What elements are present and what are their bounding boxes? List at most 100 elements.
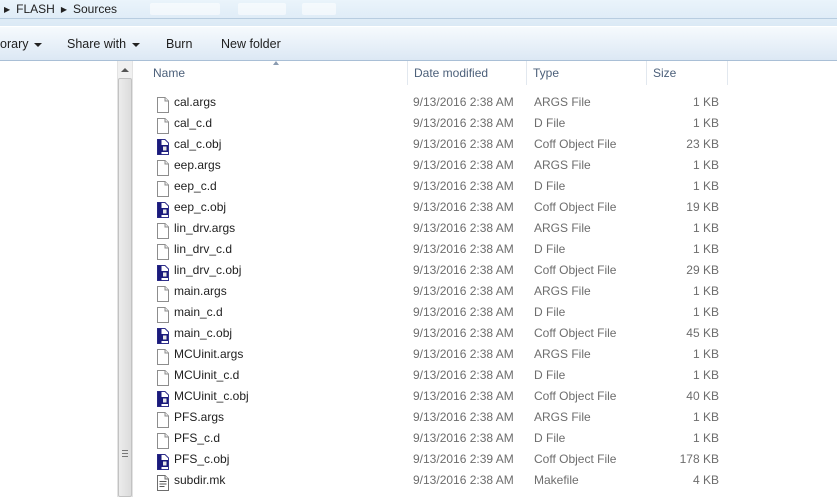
file-row[interactable]: eep.args 9/13/2016 2:38 AM ARGS File 1 KB (133, 155, 837, 176)
file-row[interactable]: main.args 9/13/2016 2:38 AM ARGS File 1 KB (133, 281, 837, 302)
file-name[interactable]: MCUinit.args (174, 347, 243, 361)
file-name[interactable]: eep_c.d (174, 179, 217, 193)
file-size: 1 KB (692, 347, 719, 361)
column-header-type[interactable]: Type (527, 61, 647, 85)
chevron-right-icon[interactable]: ▶ (61, 5, 67, 14)
file-row[interactable]: eep_c.obj 9/13/2016 2:38 AM Coff Object Fi… (133, 197, 837, 218)
file-date-modified: 9/13/2016 2:38 AM (413, 410, 514, 424)
file-row[interactable]: cal.args 9/13/2016 2:38 AM ARGS File 1 KB (133, 92, 837, 113)
file-size: 1 KB (692, 95, 719, 109)
column-header-size[interactable]: Size (647, 61, 728, 85)
new-folder-button[interactable]: New folder (221, 37, 281, 51)
file-size: 45 KB (686, 326, 719, 340)
file-date-modified: 9/13/2016 2:38 AM (413, 95, 514, 109)
file-name[interactable]: MCUinit_c.d (174, 368, 239, 382)
file-date-modified: 9/13/2016 2:38 AM (413, 305, 514, 319)
file-size: 1 KB (692, 431, 719, 445)
file-name[interactable]: main_c.d (174, 305, 223, 319)
file-date-modified: 9/13/2016 2:38 AM (413, 137, 514, 151)
column-header-date-modified[interactable]: Date modified (408, 61, 527, 85)
file-row[interactable]: subdir.mk 9/13/2016 2:38 AM Makefile 4 KB (133, 470, 837, 491)
chevron-right-icon[interactable]: ▶ (4, 5, 10, 14)
file-row[interactable]: PFS_c.obj 9/13/2016 2:39 AM Coff Object Fi… (133, 449, 837, 470)
file-date-modified: 9/13/2016 2:38 AM (413, 200, 514, 214)
file-type: D File (534, 431, 566, 445)
file-name[interactable]: eep.args (174, 158, 221, 172)
file-type: ARGS File (534, 221, 591, 235)
include-in-library-label: orary (0, 37, 29, 51)
file-size: 1 KB (692, 179, 719, 193)
file-name[interactable]: PFS_c.obj (174, 452, 229, 466)
file-name[interactable]: lin_drv_c.d (174, 242, 232, 256)
include-in-library-button[interactable]: orary (0, 37, 43, 51)
file-date-modified: 9/13/2016 2:38 AM (413, 326, 514, 340)
file-name[interactable]: cal.args (174, 95, 216, 109)
file-row[interactable]: MCUinit.args 9/13/2016 2:38 AM ARGS File 1 … (133, 344, 837, 365)
address-divider (0, 18, 837, 19)
file-date-modified: 9/13/2016 2:38 AM (413, 473, 514, 487)
file-name[interactable]: subdir.mk (174, 473, 225, 487)
file-name[interactable]: cal_c.d (174, 116, 212, 130)
file-date-modified: 9/13/2016 2:38 AM (413, 431, 514, 445)
file-name[interactable]: main.args (174, 284, 227, 298)
file-size: 178 KB (679, 452, 719, 466)
breadcrumb-flash[interactable]: FLASH (16, 2, 55, 16)
file-type: D File (534, 116, 566, 130)
file-row[interactable]: MCUinit_c.d 9/13/2016 2:38 AM D File 1 KB (133, 365, 837, 386)
file-type: Coff Object File (534, 263, 617, 277)
file-name[interactable]: lin_drv.args (174, 221, 235, 235)
file-size: 1 KB (692, 410, 719, 424)
file-type: Makefile (534, 473, 579, 487)
file-size: 1 KB (692, 284, 719, 298)
file-type: ARGS File (534, 347, 591, 361)
breadcrumb: ▶ FLASH ▶ Sources (0, 0, 117, 18)
column-header-name[interactable]: Name (147, 61, 408, 85)
file-type: D File (534, 368, 566, 382)
file-row[interactable]: MCUinit_c.obj 9/13/2016 2:38 AM Coff Objec… (133, 386, 837, 407)
file-row[interactable]: lin_drv_c.d 9/13/2016 2:38 AM D File 1 KB (133, 239, 837, 260)
file-row[interactable]: cal_c.d 9/13/2016 2:38 AM D File 1 KB (133, 113, 837, 134)
burn-button[interactable]: Burn (166, 37, 192, 51)
file-date-modified: 9/13/2016 2:38 AM (413, 158, 514, 172)
scrollbar-thumb[interactable] (118, 78, 132, 497)
grip-icon (122, 450, 128, 458)
file-size: 4 KB (692, 473, 719, 487)
file-name[interactable]: MCUinit_c.obj (174, 389, 249, 403)
file-name[interactable]: PFS.args (174, 410, 224, 424)
file-row[interactable]: eep_c.d 9/13/2016 2:38 AM D File 1 KB (133, 176, 837, 197)
file-size: 1 KB (692, 305, 719, 319)
vertical-scrollbar[interactable] (117, 61, 133, 497)
address-bar[interactable]: ▶ FLASH ▶ Sources (0, 0, 837, 26)
file-size: 1 KB (692, 221, 719, 235)
file-name[interactable]: main_c.obj (174, 326, 232, 340)
file-row[interactable]: lin_drv_c.obj 9/13/2016 2:38 AM Coff Objec… (133, 260, 837, 281)
file-row[interactable]: PFS.args 9/13/2016 2:38 AM ARGS File 1 KB (133, 407, 837, 428)
file-row[interactable]: main_c.obj 9/13/2016 2:38 AM Coff Object F… (133, 323, 837, 344)
file-size: 40 KB (686, 389, 719, 403)
file-row[interactable]: lin_drv.args 9/13/2016 2:38 AM ARGS File 1 … (133, 218, 837, 239)
file-row[interactable]: main_c.d 9/13/2016 2:38 AM D File 1 KB (133, 302, 837, 323)
file-name[interactable]: lin_drv_c.obj (174, 263, 241, 277)
file-row[interactable]: cal_c.obj 9/13/2016 2:38 AM Coff Object Fi… (133, 134, 837, 155)
breadcrumb-sources[interactable]: Sources (73, 2, 117, 16)
file-type: ARGS File (534, 410, 591, 424)
file-size: 19 KB (686, 200, 719, 214)
file-name[interactable]: PFS_c.d (174, 431, 220, 445)
share-with-label: Share with (67, 37, 127, 51)
file-date-modified: 9/13/2016 2:38 AM (413, 284, 514, 298)
share-with-button[interactable]: Share with (67, 37, 141, 51)
file-size: 1 KB (692, 158, 719, 172)
file-type: Coff Object File (534, 452, 617, 466)
file-list: cal.args 9/13/2016 2:38 AM ARGS File 1 KB ca… (133, 92, 837, 491)
faded-toolbar-item (150, 3, 220, 15)
file-type: ARGS File (534, 95, 591, 109)
navigation-pane[interactable] (0, 61, 117, 497)
file-name[interactable]: eep_c.obj (174, 200, 226, 214)
scroll-up-button[interactable] (118, 61, 132, 78)
file-row[interactable]: PFS_c.d 9/13/2016 2:38 AM D File 1 KB (133, 428, 837, 449)
command-bar: orary Share with Burn New folder (0, 26, 837, 61)
file-date-modified: 9/13/2016 2:38 AM (413, 242, 514, 256)
file-name[interactable]: cal_c.obj (174, 137, 221, 151)
arrow-up-icon (121, 67, 129, 72)
file-type: D File (534, 242, 566, 256)
